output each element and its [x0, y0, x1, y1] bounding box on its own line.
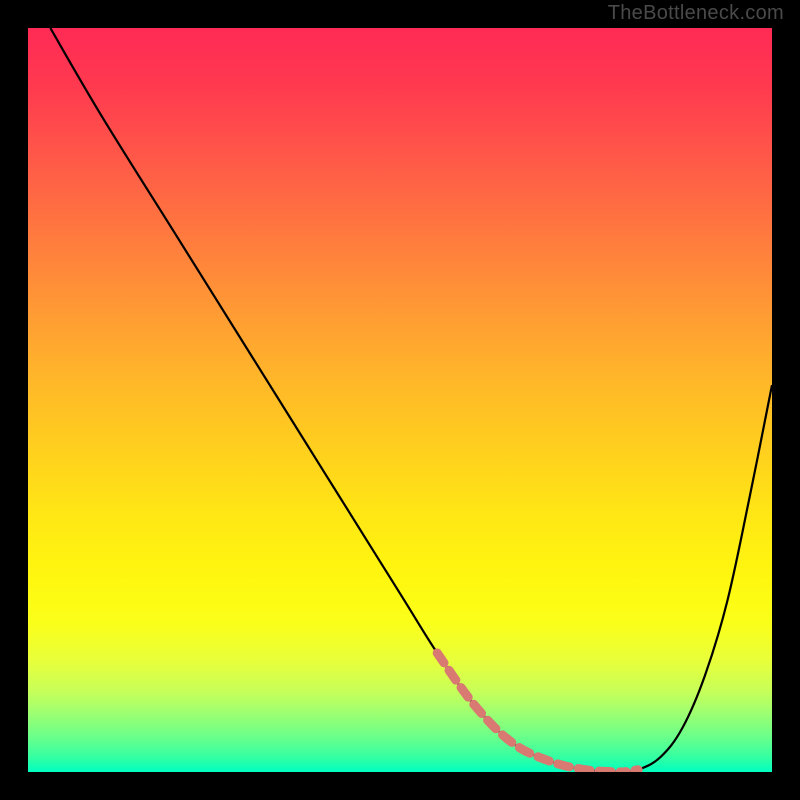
chart-plot-area [28, 28, 772, 772]
sweet-spot-highlight [437, 653, 638, 772]
right-curve-line [623, 385, 772, 772]
chart-svg [28, 28, 772, 772]
watermark-text: TheBottleneck.com [608, 2, 784, 25]
left-curve-line [50, 28, 623, 772]
